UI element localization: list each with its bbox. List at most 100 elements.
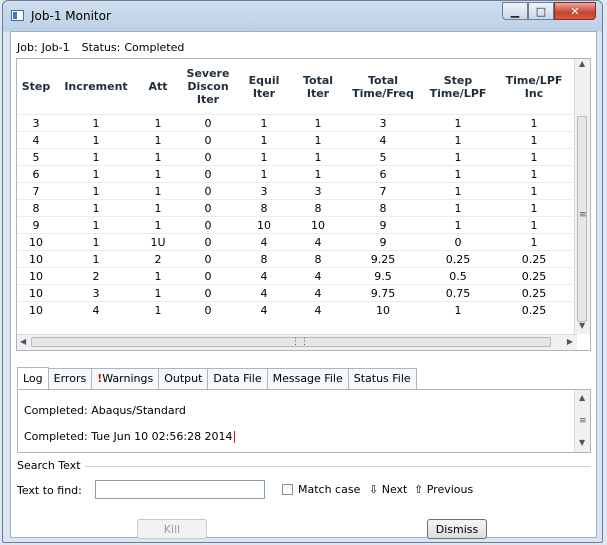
- table-cell: 1: [237, 165, 291, 183]
- table-cell: 1: [421, 199, 495, 217]
- tab-data-file[interactable]: Data File: [207, 368, 268, 389]
- table-cell: 5: [17, 148, 55, 166]
- table-row[interactable]: 9 1 1 0 10 10 9 1 1: [17, 216, 573, 234]
- previous-label: Previous: [426, 483, 474, 496]
- output-tabs: Log Errors !Warnings Output Data File Me…: [17, 367, 417, 389]
- table-horizontal-scrollbar[interactable]: ◀ ⋮⋮ ▶: [17, 334, 577, 350]
- column-header[interactable]: Increment: [55, 59, 137, 115]
- scroll-right-icon[interactable]: ▶: [567, 337, 573, 346]
- down-arrow-icon: ⇩: [369, 483, 379, 496]
- minimize-icon[interactable]: ▁: [502, 2, 528, 20]
- table-cell: 0: [179, 199, 237, 217]
- job-status-line: Job: Job-1 Status: Completed: [17, 41, 188, 54]
- column-header[interactable]: Total Time/Freq: [345, 59, 421, 115]
- next-button[interactable]: ⇩ Next: [369, 483, 407, 496]
- column-header[interactable]: Step: [17, 59, 55, 115]
- maximize-icon[interactable]: □: [528, 2, 554, 20]
- table-cell: 0.25: [495, 284, 573, 302]
- table-cell: 10: [17, 301, 55, 318]
- search-group-title: Search Text: [17, 459, 85, 472]
- tab-message-file[interactable]: Message File: [266, 368, 349, 389]
- title-bar[interactable]: Job-1 Monitor ▁ □ ✕: [3, 1, 602, 31]
- table-cell: 0.25: [495, 267, 573, 285]
- table-cell: 10: [291, 216, 345, 234]
- table-cell: 0: [179, 216, 237, 234]
- table-cell: 10: [237, 216, 291, 234]
- search-text-group: Search Text Text to find: Match case ⇩ N…: [17, 459, 591, 517]
- table-cell: 9.75: [345, 284, 421, 302]
- tab-label: Message File: [272, 372, 343, 385]
- table-cell: 4: [291, 301, 345, 318]
- table-cell: 0: [179, 250, 237, 268]
- scroll-left-icon[interactable]: ◀: [20, 337, 26, 346]
- log-line-last: Completed: Tue Jun 10 02:56:28 2014: [24, 430, 235, 443]
- table-row[interactable]: 10 2 1 0 4 4 9.5 0.5 0.25: [17, 267, 573, 285]
- previous-button[interactable]: ⇧ Previous: [414, 483, 473, 496]
- dismiss-button[interactable]: Dismiss: [427, 519, 487, 539]
- table-row[interactable]: 511011511: [17, 148, 573, 166]
- table-cell: 1: [291, 131, 345, 149]
- log-textarea[interactable]: Completed: Abaqus/Standard Completed: Tu…: [17, 389, 591, 453]
- table-cell: 0: [179, 301, 237, 318]
- table-row[interactable]: 10 1 2 0 8 8 9.25 0.25 0.25: [17, 250, 573, 268]
- table-row[interactable]: 711033711: [17, 182, 573, 200]
- tab-label: Warnings: [102, 372, 154, 385]
- table-cell: 1: [421, 114, 495, 132]
- table-row[interactable]: 10 3 1 0 4 4 9.75 0.75 0.25: [17, 284, 573, 302]
- table-row[interactable]: 10 4 1 0 4 4 10 1 0.25: [17, 301, 573, 318]
- kill-button[interactable]: Kill: [137, 519, 207, 539]
- window-icon: [11, 10, 24, 21]
- find-input[interactable]: [95, 480, 265, 499]
- column-header[interactable]: Step Time/LPF: [421, 59, 495, 115]
- log-line-text: Completed: Tue Jun 10 02:56:28 2014: [24, 430, 233, 443]
- scroll-up-icon[interactable]: ▲: [579, 59, 585, 68]
- table-cell: 0: [179, 182, 237, 200]
- checkbox-icon[interactable]: [282, 484, 293, 495]
- table-row[interactable]: 10 1 1U 0 4 4 9 0 1: [17, 233, 573, 251]
- table-cell: 2: [55, 267, 137, 285]
- match-case-checkbox[interactable]: Match case: [282, 483, 360, 496]
- table-cell: 8: [291, 250, 345, 268]
- scroll-down-icon[interactable]: ▼: [579, 321, 585, 330]
- table-row[interactable]: 811088811: [17, 199, 573, 217]
- table-cell: 1: [495, 233, 573, 251]
- tab-label: Errors: [53, 372, 87, 385]
- table-row[interactable]: 311011311: [17, 114, 573, 132]
- table-cell: 1U: [137, 233, 179, 251]
- tab-status-file[interactable]: Status File: [347, 368, 417, 389]
- table-cell: 1: [421, 131, 495, 149]
- table-cell: 1: [421, 182, 495, 200]
- close-icon[interactable]: ✕: [554, 2, 596, 20]
- table-cell: 8: [291, 199, 345, 217]
- tab-log[interactable]: Log: [17, 367, 49, 388]
- tab-output[interactable]: Output: [158, 368, 209, 389]
- table-cell: 1: [421, 301, 495, 318]
- table-cell: 1: [137, 284, 179, 302]
- log-scroll-up-icon[interactable]: ▲: [579, 393, 585, 402]
- tab-label: Log: [23, 372, 43, 385]
- table-cell: 3: [237, 182, 291, 200]
- column-header[interactable]: Time/LPF Inc: [495, 59, 573, 115]
- table-cell: 8: [237, 250, 291, 268]
- up-arrow-icon: ⇧: [414, 483, 424, 496]
- table-cell: 1: [55, 131, 137, 149]
- table-cell: 1: [237, 131, 291, 149]
- table-row[interactable]: 611011611: [17, 165, 573, 183]
- table-cell: 4: [237, 301, 291, 318]
- table-row[interactable]: 411011411: [17, 131, 573, 149]
- column-header[interactable]: Att: [137, 59, 179, 115]
- log-scrollbar[interactable]: ▲ ≡ ▼: [574, 390, 590, 452]
- log-scroll-down-icon[interactable]: ▼: [579, 438, 585, 447]
- table-cell: 0.25: [421, 250, 495, 268]
- log-line: Completed: Abaqus/Standard: [24, 404, 186, 417]
- text-cursor: [233, 431, 235, 443]
- column-header[interactable]: Equil Iter: [237, 59, 291, 115]
- table-vertical-scrollbar[interactable]: ▲ ≡ ▼: [574, 59, 590, 334]
- column-header[interactable]: Severe Discon Iter: [179, 59, 237, 115]
- tab-warnings[interactable]: !Warnings: [91, 368, 160, 389]
- tab-errors[interactable]: Errors: [47, 368, 93, 389]
- table-cell: 1: [137, 199, 179, 217]
- status-value: Completed: [124, 41, 185, 54]
- table-cell: 0: [421, 233, 495, 251]
- column-header[interactable]: Total Iter: [291, 59, 345, 115]
